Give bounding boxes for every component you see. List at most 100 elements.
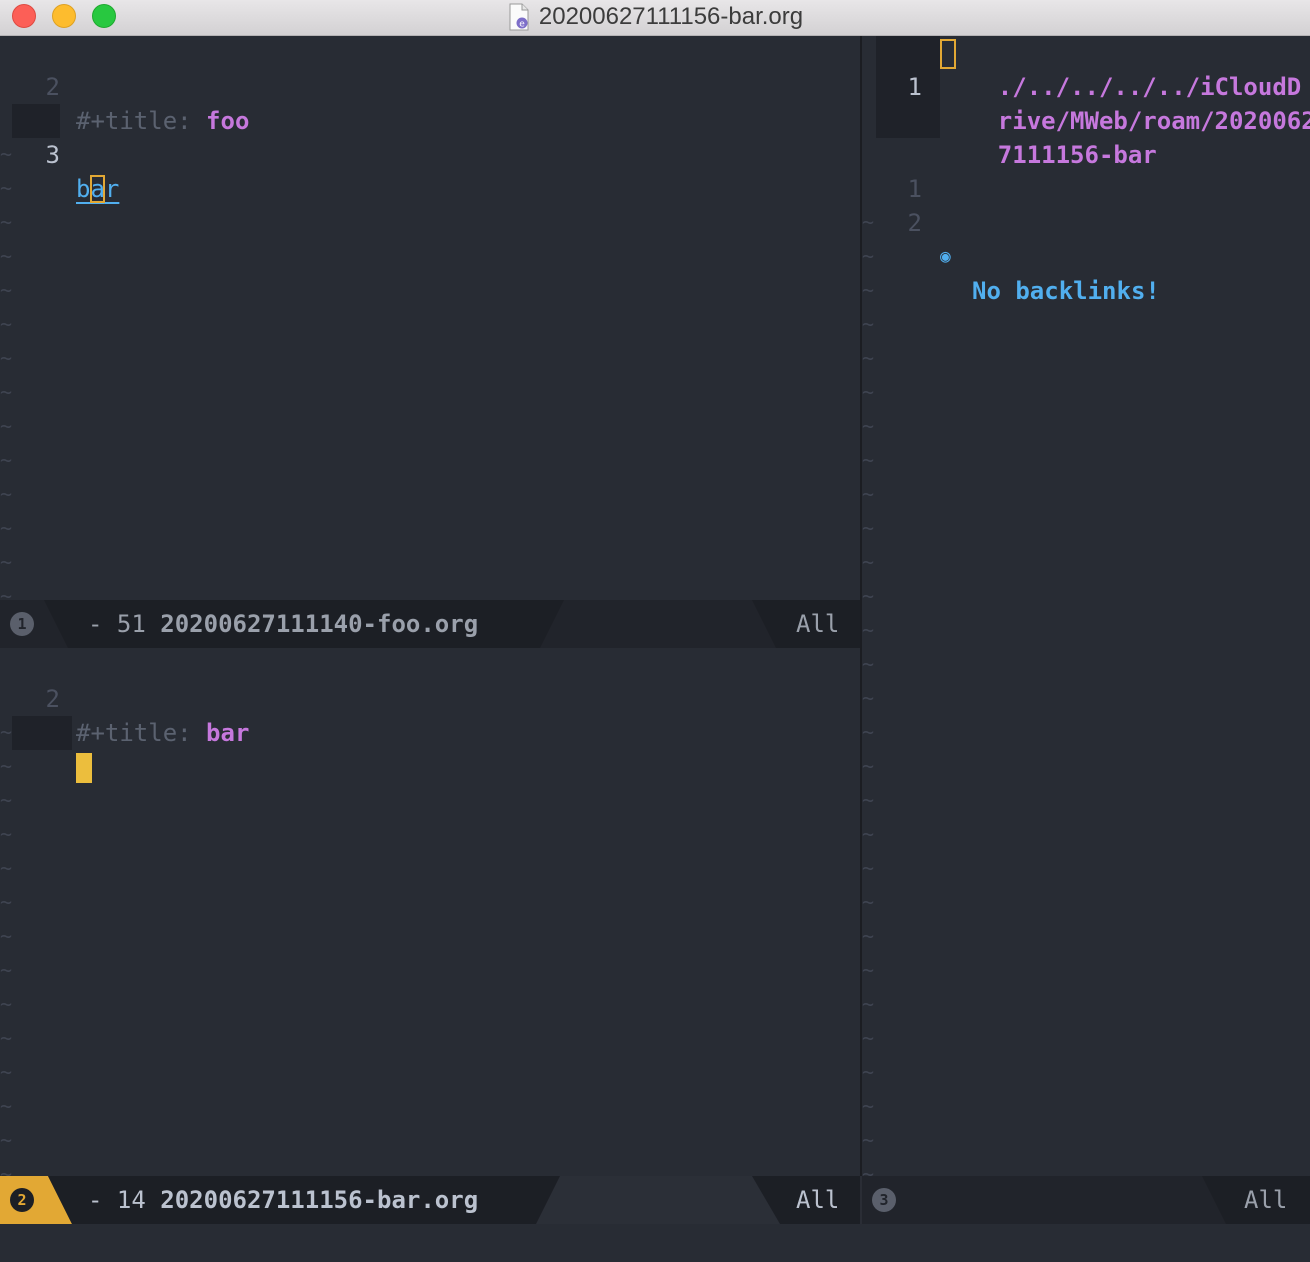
- window-title: 20200627111156-bar.org: [538, 3, 804, 30]
- window-number-badge: 3: [872, 1188, 896, 1212]
- heading-bullet-icon: ◉: [940, 246, 951, 267]
- fringe-tilde: ~: [0, 584, 13, 600]
- buffer-size: 14: [116, 1186, 146, 1214]
- fringe-tilde: ~: [862, 516, 875, 540]
- org-roam-backlinks-pane[interactable]: 1 ./../../../../iCloudD rive/MWeb/roam/2…: [862, 36, 1310, 1176]
- fringe-tilde: ~: [0, 958, 13, 982]
- fringe-tilde: ~: [862, 482, 875, 506]
- fringe-tilde: ~: [862, 720, 875, 744]
- document-icon: e: [507, 3, 531, 31]
- fringe-tilde: ~: [862, 1128, 875, 1152]
- fringe-tilde: ~: [862, 1094, 875, 1118]
- buffer-info: - 14 20200627111156-bar.org: [88, 1186, 479, 1214]
- buffer-line: 1: [0, 70, 860, 135]
- fringe-tilde: ~: [0, 754, 13, 778]
- fringe-tilde: ~: [862, 380, 875, 404]
- fringe-tilde: ~: [0, 312, 13, 336]
- fringe-tilde: ~: [862, 210, 875, 234]
- fringe-tilde: ~: [862, 924, 875, 948]
- fringe-tilde: ~: [862, 788, 875, 812]
- buffer-position: All: [796, 610, 840, 638]
- buffer-info: - 51 20200627111140-foo.org: [88, 610, 479, 638]
- fringe-tilde: ~: [862, 448, 875, 472]
- fringe-tilde: ~: [862, 346, 875, 370]
- buffer-line-current: 3 bar: [0, 104, 860, 203]
- buffer-line: 1: [862, 138, 1310, 203]
- fringe-tilde: ~: [0, 210, 13, 234]
- inactive-cursor: [940, 39, 956, 69]
- fringe-tilde: ~: [862, 856, 875, 880]
- fringe-tilde: ~: [0, 448, 13, 472]
- fringe-tilde: ~: [0, 176, 13, 200]
- fringe-tilde: ~: [862, 652, 875, 676]
- fringe-tilde: ~: [862, 550, 875, 574]
- fringe-tilde: ~: [0, 992, 13, 1016]
- editor-pane-bar[interactable]: 2 #+title: bar 1 ~ ~ ~ ~ ~ ~ ~ ~ ~ ~ ~ ~ ~ ~: [0, 648, 860, 1176]
- fringe-tilde: ~: [862, 890, 875, 914]
- fringe-tilde: ~: [0, 1162, 13, 1176]
- fringe-tilde: ~: [0, 788, 13, 812]
- fringe-tilde: ~: [862, 686, 875, 710]
- fringe-tilde: ~: [0, 516, 13, 540]
- fringe-tilde: ~: [862, 312, 875, 336]
- fringe-tilde: ~: [0, 380, 13, 404]
- editor-pane-foo[interactable]: 2 #+title: foo 1 3 bar ~ ~ ~ ~ ~ ~ ~ ~ ~ ~ ~ ~ ~ ~: [0, 36, 860, 600]
- fringe-tilde: ~: [0, 924, 13, 948]
- fringe-tilde: ~: [0, 482, 13, 506]
- fringe-tilde: ~: [0, 1060, 13, 1084]
- buffer-position: All: [796, 1186, 840, 1214]
- buffer-line: 2 #+title: bar: [0, 648, 860, 747]
- fringe-tilde: ~: [862, 992, 875, 1016]
- backlinks-path-line: rive/MWeb/roam/2020062: [940, 70, 1310, 135]
- modeline-window-3[interactable]: 3 All: [862, 1176, 1310, 1224]
- fringe-tilde: ~: [862, 1026, 875, 1050]
- fringe-tilde: ~: [0, 856, 13, 880]
- fringe-tilde: ~: [0, 550, 13, 574]
- backlinks-path-line: 7111156-bar: [940, 104, 1310, 169]
- fringe-tilde: ~: [0, 1026, 13, 1050]
- buffer-line: 2 #+title: foo: [0, 36, 860, 135]
- buffer-position: All: [1244, 1186, 1288, 1214]
- fringe-tilde: ~: [862, 584, 875, 608]
- fringe-tilde: ~: [862, 958, 875, 982]
- echo-area[interactable]: [0, 1224, 1310, 1262]
- backlinks-path-line: ./../../../../iCloudD: [940, 36, 1310, 101]
- fringe-tilde: ~: [862, 278, 875, 302]
- line-content: bar: [76, 172, 119, 206]
- fringe-tilde: ~: [0, 142, 13, 166]
- fringe-tilde: ~: [0, 278, 13, 302]
- buffer-size: 51: [116, 610, 146, 638]
- fringe-tilde: ~: [862, 414, 875, 438]
- buffer-line: 2 ◉ No backlinks!: [862, 172, 1310, 305]
- window-number-badge: 1: [10, 612, 34, 636]
- text-cursor: [76, 753, 92, 783]
- buffer-line-current: [0, 716, 860, 783]
- fringe-tilde: ~: [862, 244, 875, 268]
- no-backlinks-heading: No backlinks!: [972, 277, 1160, 305]
- fringe-tilde: ~: [0, 346, 13, 370]
- org-link-bar[interactable]: bar: [76, 175, 119, 203]
- fringe-tilde: ~: [0, 414, 13, 438]
- fringe-tilde: ~: [862, 618, 875, 642]
- line-number-current: 1: [907, 73, 922, 101]
- fringe-tilde: ~: [862, 754, 875, 778]
- fringe-tilde: ~: [0, 720, 13, 744]
- fringe-tilde: ~: [0, 890, 13, 914]
- fringe-tilde: ~: [862, 1060, 875, 1084]
- buffer-line: 1: [0, 682, 860, 747]
- fringe-tilde: ~: [862, 1162, 875, 1176]
- buffer-filename: 20200627111156-bar.org: [160, 1186, 479, 1214]
- fringe-tilde: ~: [0, 1128, 13, 1152]
- fringe-tilde: ~: [0, 822, 13, 846]
- window-titlebar: e 20200627111156-bar.org: [0, 0, 1310, 36]
- inactive-cursor: a: [90, 175, 105, 203]
- window-number-badge: 2: [10, 1188, 34, 1212]
- modeline-window-1[interactable]: 1 - 51 20200627111140-foo.org All: [0, 600, 860, 648]
- fringe-tilde: ~: [862, 822, 875, 846]
- buffer-filename: 20200627111140-foo.org: [160, 610, 479, 638]
- svg-text:e: e: [519, 20, 525, 30]
- modeline-window-2-active[interactable]: 2 - 14 20200627111156-bar.org All: [0, 1176, 860, 1224]
- line-content: [76, 750, 92, 784]
- fringe-tilde: ~: [0, 1094, 13, 1118]
- fringe-tilde: ~: [0, 244, 13, 268]
